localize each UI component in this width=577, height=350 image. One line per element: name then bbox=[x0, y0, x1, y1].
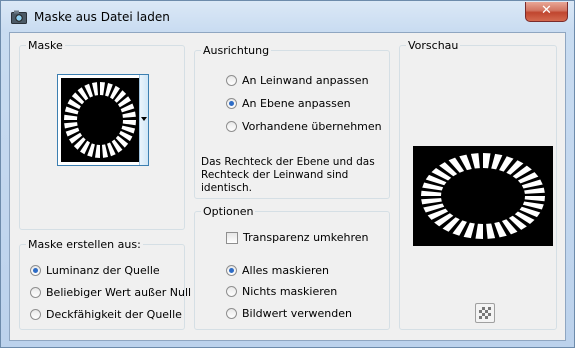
checkbox-box[interactable] bbox=[226, 231, 238, 244]
ring-segment bbox=[491, 153, 503, 170]
radio-alles-maskieren[interactable]: Alles maskieren bbox=[226, 264, 329, 277]
ring-segment bbox=[486, 223, 496, 239]
maske-group: Maske bbox=[19, 39, 185, 230]
close-button[interactable]: ✕ bbox=[525, 2, 568, 22]
radio-label: Nichts maskieren bbox=[242, 285, 338, 298]
mask-thumbnail-selector[interactable] bbox=[57, 74, 149, 166]
radio-indicator[interactable] bbox=[226, 308, 237, 319]
radio-luminanz[interactable]: Luminanz der Quelle bbox=[30, 264, 160, 277]
radio-indicator[interactable] bbox=[226, 75, 237, 86]
radio-indicator[interactable] bbox=[226, 286, 237, 297]
radio-label: Beliebiger Wert außer Null bbox=[46, 286, 192, 299]
maske-erstellen-title: Maske erstellen aus: bbox=[26, 238, 143, 251]
checkbox-transparenz-umkehren[interactable]: Transparenz umkehren bbox=[226, 231, 369, 244]
radio-indicator[interactable] bbox=[226, 121, 237, 132]
radio-deckfaehigkeit[interactable]: Deckfähigkeit der Quelle bbox=[30, 308, 182, 321]
radio-leinwand-anpassen[interactable]: An Leinwand anpassen bbox=[226, 74, 369, 87]
title-bar[interactable]: Maske aus Datei laden ✕ bbox=[1, 1, 574, 33]
vorschau-title: Vorschau bbox=[406, 39, 461, 52]
ausrichtung-title: Ausrichtung bbox=[201, 44, 272, 57]
radio-label: An Ebene anpassen bbox=[242, 97, 351, 110]
radio-label: Luminanz der Quelle bbox=[46, 264, 160, 277]
ring-segment bbox=[100, 82, 105, 96]
vorschau-group: Vorschau bbox=[399, 39, 557, 330]
radio-indicator[interactable] bbox=[30, 287, 41, 298]
ring-segment bbox=[524, 196, 545, 202]
radio-nichts-maskieren[interactable]: Nichts maskieren bbox=[226, 285, 337, 298]
dialog-window: Maske aus Datei laden ✕ Maske Maske erst… bbox=[0, 0, 575, 348]
image-mask-icon bbox=[11, 10, 27, 24]
radio-indicator[interactable] bbox=[30, 265, 41, 276]
ring-segment bbox=[421, 190, 442, 196]
radio-ebene-anpassen[interactable]: An Ebene anpassen bbox=[226, 97, 351, 110]
ring-segment bbox=[483, 153, 491, 169]
mask-thumbnail-image bbox=[61, 78, 139, 162]
ring-segment bbox=[95, 144, 100, 158]
checkerboard-icon[interactable] bbox=[475, 303, 495, 323]
radio-label: Deckfähigkeit der Quelle bbox=[46, 308, 182, 321]
ring-segment bbox=[524, 187, 545, 194]
dialog-content: Maske Maske erstellen aus: Luminanz der … bbox=[9, 32, 566, 341]
ring-segment bbox=[101, 144, 109, 158]
radio-beliebiger-wert[interactable]: Beliebiger Wert außer Null bbox=[30, 286, 191, 299]
ring-segment bbox=[463, 222, 475, 239]
ring-segment bbox=[122, 111, 136, 118]
ausrichtung-info-text: Das Rechteck der Ebene und das Rechteck … bbox=[201, 156, 375, 194]
radio-indicator[interactable] bbox=[226, 98, 237, 109]
radio-label: An Leinwand anpassen bbox=[242, 74, 369, 87]
window-title: Maske aus Datei laden bbox=[34, 10, 170, 24]
close-icon: ✕ bbox=[541, 3, 552, 18]
checkbox-label: Transparenz umkehren bbox=[243, 231, 369, 244]
ring-segment bbox=[64, 114, 78, 120]
radio-label: Bildwert verwenden bbox=[242, 307, 352, 320]
ring-segment bbox=[122, 120, 136, 126]
ring-segment bbox=[91, 82, 99, 96]
preview-image bbox=[413, 146, 553, 246]
radio-indicator[interactable] bbox=[226, 265, 237, 276]
radio-label: Alles maskieren bbox=[242, 264, 330, 277]
maske-erstellen-group: Maske erstellen aus: Luminanz der Quelle… bbox=[19, 238, 191, 330]
ausrichtung-group: Ausrichtung An Leinwand anpassen An Eben… bbox=[194, 44, 390, 199]
ring-segment bbox=[475, 223, 483, 239]
maske-group-title: Maske bbox=[26, 39, 65, 52]
radio-indicator[interactable] bbox=[30, 309, 41, 320]
radio-vorhandene-uebernehmen[interactable]: Vorhandene übernehmen bbox=[226, 120, 382, 133]
ring-segment bbox=[421, 198, 442, 205]
optionen-group: Optionen Transparenz umkehren Alles mask… bbox=[194, 205, 390, 330]
ring-segment bbox=[64, 122, 78, 129]
radio-label: Vorhandene übernehmen bbox=[242, 120, 382, 133]
chevron-down-icon[interactable] bbox=[139, 75, 148, 165]
ring-segment bbox=[470, 153, 480, 169]
radio-bildwert-verwenden[interactable]: Bildwert verwenden bbox=[226, 307, 352, 320]
optionen-title: Optionen bbox=[201, 205, 256, 218]
